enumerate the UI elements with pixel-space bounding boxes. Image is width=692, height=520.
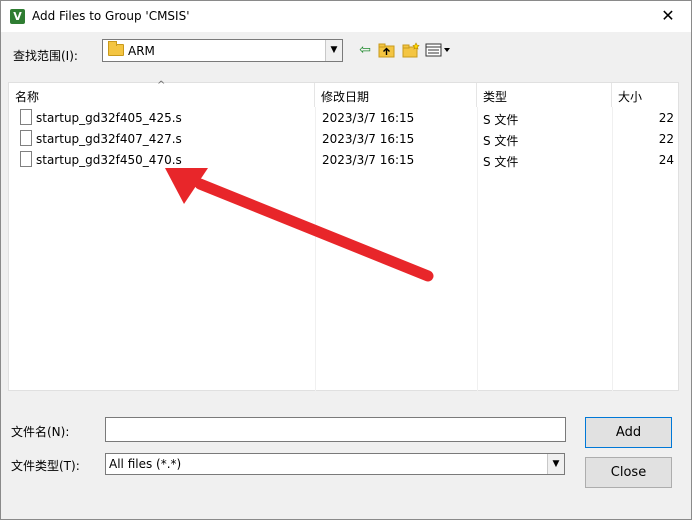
file-name-label: 文件名(N): bbox=[11, 425, 70, 439]
column-header-date-label: 修改日期 bbox=[321, 90, 370, 104]
column-header-size[interactable]: 大小 bbox=[612, 83, 680, 107]
file-name-input[interactable] bbox=[105, 417, 566, 442]
file-type: S 文件 bbox=[483, 113, 519, 127]
file-type-dropdown[interactable]: All files (*.*) ▼ bbox=[105, 453, 565, 475]
up-folder-icon[interactable] bbox=[376, 40, 398, 60]
file-date: 2023/3/7 16:15 bbox=[322, 111, 415, 125]
new-folder-icon[interactable] bbox=[400, 40, 422, 60]
close-button[interactable]: Close bbox=[585, 457, 672, 488]
file-type: S 文件 bbox=[483, 134, 519, 148]
column-header-size-label: 大小 bbox=[618, 90, 643, 104]
back-arrow-icon[interactable]: ⇦ bbox=[354, 40, 376, 60]
look-in-dropdown[interactable]: ARM ▼ bbox=[102, 39, 343, 62]
keil-app-icon: V bbox=[10, 9, 25, 24]
file-type-value: All files (*.*) bbox=[109, 457, 182, 471]
column-header-name[interactable]: 名称 ^ bbox=[9, 80, 315, 107]
file-icon bbox=[20, 109, 32, 125]
column-header-name-label: 名称 bbox=[15, 90, 40, 104]
file-size: 22 bbox=[658, 132, 674, 146]
file-size: 22 bbox=[658, 111, 674, 125]
folder-icon bbox=[108, 41, 124, 56]
file-type: S 文件 bbox=[483, 155, 519, 169]
file-icon bbox=[20, 130, 32, 146]
file-size: 24 bbox=[658, 153, 674, 167]
sort-up-icon: ^ bbox=[157, 80, 166, 91]
file-list[interactable]: 名称 ^ 修改日期 类型 大小 startup_gd32f405_425.s 2… bbox=[8, 80, 680, 391]
chevron-down-icon[interactable]: ▼ bbox=[325, 40, 342, 61]
file-date: 2023/3/7 16:15 bbox=[322, 153, 415, 167]
file-row[interactable]: startup_gd32f405_425.s 2023/3/7 16:15 S … bbox=[9, 108, 678, 129]
view-menu-icon[interactable] bbox=[424, 40, 454, 60]
title-bar: V Add Files to Group 'CMSIS' ✕ bbox=[1, 1, 691, 32]
file-name: startup_gd32f405_425.s bbox=[36, 111, 182, 125]
file-row[interactable]: startup_gd32f450_470.s 2023/3/7 16:15 S … bbox=[9, 150, 678, 171]
column-header-type-label: 类型 bbox=[483, 90, 508, 104]
file-icon bbox=[20, 151, 32, 167]
file-name: startup_gd32f450_470.s bbox=[36, 153, 182, 167]
file-name: startup_gd32f407_427.s bbox=[36, 132, 182, 146]
column-header-date[interactable]: 修改日期 bbox=[315, 83, 477, 107]
look-in-label: 查找范围(I): bbox=[13, 49, 78, 63]
add-files-dialog: V Add Files to Group 'CMSIS' ✕ 查找范围(I): … bbox=[0, 0, 692, 520]
chevron-down-icon[interactable]: ▼ bbox=[547, 454, 564, 474]
file-row[interactable]: startup_gd32f407_427.s 2023/3/7 16:15 S … bbox=[9, 129, 678, 150]
file-type-label: 文件类型(T): bbox=[11, 459, 80, 473]
column-header-type[interactable]: 类型 bbox=[477, 83, 612, 107]
add-button[interactable]: Add bbox=[585, 417, 672, 448]
dialog-title: Add Files to Group 'CMSIS' bbox=[32, 9, 190, 23]
file-date: 2023/3/7 16:15 bbox=[322, 132, 415, 146]
look-in-value: ARM bbox=[128, 44, 155, 58]
close-icon[interactable]: ✕ bbox=[645, 1, 691, 32]
